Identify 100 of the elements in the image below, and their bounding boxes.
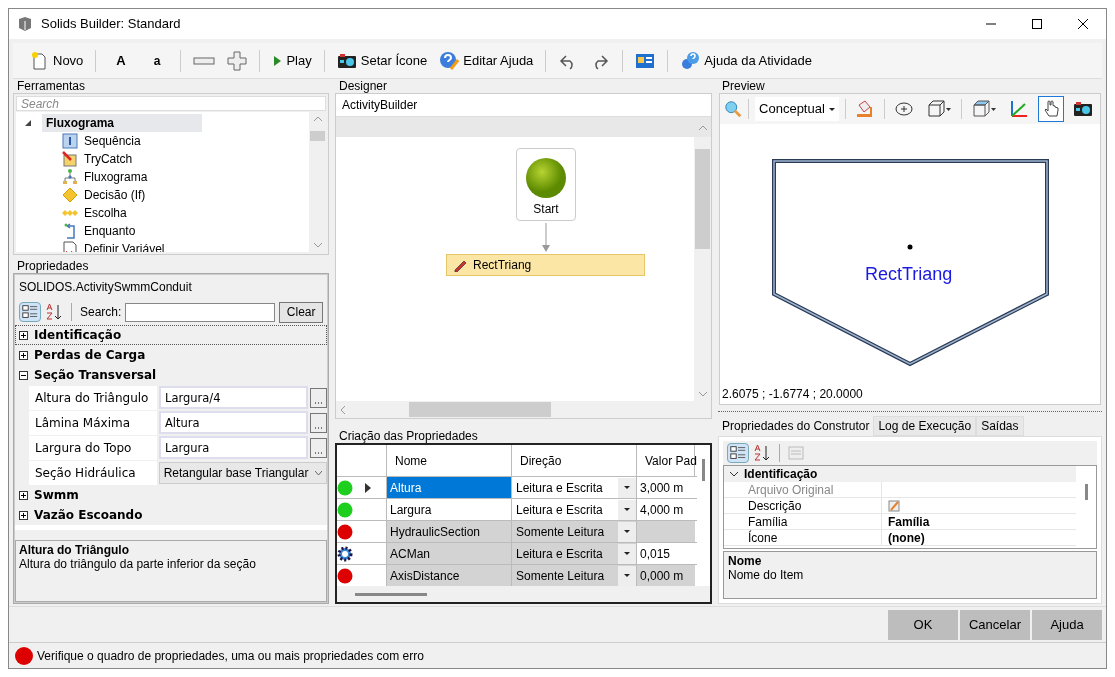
dialog-button[interactable]: Ajuda: [1032, 609, 1102, 640]
caret-icon: [624, 574, 630, 577]
toolbar-button[interactable]: A: [104, 47, 138, 74]
property-value-field[interactable]: Largura/4: [159, 386, 309, 409]
loop-icon: [62, 223, 78, 239]
tree-item[interactable]: Fluxograma: [84, 169, 148, 185]
scroll-left-icon: [340, 405, 345, 414]
flowchart-icon: [62, 169, 78, 185]
tab[interactable]: Saídas: [976, 416, 1024, 436]
property-name: Arquivo Original: [724, 482, 882, 497]
ellipsis-button[interactable]: [310, 437, 327, 458]
toolbar-button[interactable]: Ajuda da Atividade: [676, 47, 817, 74]
object-name: SOLIDOS.ActivitySwmmConduit: [18, 279, 193, 296]
section-title: Criação das Propriedades: [338, 429, 479, 443]
search-icon[interactable]: [724, 99, 743, 119]
property-name: Lâmina Máxima: [29, 410, 157, 435]
activity-node[interactable]: RectTriang: [446, 254, 645, 276]
category-row[interactable]: Vazão Escoando: [15, 505, 327, 525]
sequence-icon: [62, 133, 78, 149]
dropdown[interactable]: Retangular base Triangular: [158, 461, 327, 484]
diamond-icon: [62, 187, 78, 203]
ellipsis-button[interactable]: [310, 387, 327, 408]
help-pencil-icon: [439, 50, 460, 71]
edit-icon[interactable]: [888, 499, 900, 512]
chevron-down-icon: [315, 470, 322, 475]
caret-icon: [624, 530, 630, 533]
property-name: Largura do Topo: [29, 435, 157, 460]
window-title: Solids Builder: Standard: [41, 15, 182, 33]
cube-dropdown-icon: [926, 99, 953, 119]
categorized-icon[interactable]: [727, 443, 749, 463]
start-node[interactable]: Start: [516, 148, 576, 221]
new-document-icon: [29, 50, 49, 71]
ellipsis-icon: [315, 426, 323, 429]
toolbar-button[interactable]: Play: [268, 47, 316, 74]
section-title: Preview: [721, 79, 766, 93]
close-icon: [1078, 19, 1088, 29]
table-cell[interactable]: 0,000 m: [637, 565, 695, 586]
view-mode-dropdown[interactable]: Conceptual: [755, 97, 840, 121]
shape-label: RectTriang: [865, 263, 953, 286]
table-cell[interactable]: Largura: [387, 499, 512, 520]
caret-icon: [624, 508, 630, 511]
play-icon: [272, 54, 283, 67]
category-row[interactable]: Swmm: [15, 485, 327, 505]
direction-dropdown[interactable]: Leitura e Escrita: [512, 543, 637, 564]
toolbar-button[interactable]: Novo: [25, 47, 88, 74]
sort-alphabetical-icon[interactable]: [45, 302, 63, 322]
row-header[interactable]: [337, 543, 387, 564]
ellipsis-icon: [315, 401, 323, 404]
scrollbar-thumb[interactable]: [695, 149, 710, 249]
direction-dropdown[interactable]: Somente Leitura: [512, 521, 637, 542]
caret-icon: [624, 552, 630, 555]
tree-item[interactable]: Fluxograma: [42, 114, 202, 132]
coordinates-text: 2.6075 ; -1.6774 ; 20.0000: [722, 386, 863, 402]
tree-item[interactable]: Enquanto: [84, 223, 136, 239]
sort-alphabetical-icon[interactable]: [753, 443, 771, 463]
row-header[interactable]: [337, 477, 387, 498]
connector-arrow: [541, 223, 551, 253]
dialog-button[interactable]: Cancelar: [960, 609, 1030, 640]
scrollbar-thumb[interactable]: [310, 131, 325, 141]
plus-icon: [19, 330, 28, 340]
category-row[interactable]: Perdas de Carga: [15, 345, 327, 365]
property-value-field[interactable]: Altura: [159, 411, 309, 434]
help-text: Nome do Item: [728, 568, 805, 582]
table-cell[interactable]: [637, 521, 695, 542]
try-catch-icon: [62, 151, 78, 167]
search-field[interactable]: [125, 302, 276, 322]
direction-dropdown[interactable]: Somente Leitura: [512, 565, 637, 586]
categorized-icon[interactable]: [19, 302, 41, 322]
property-value: Família: [888, 513, 930, 530]
plus-icon: [19, 510, 28, 520]
tree-item[interactable]: Escolha: [84, 205, 127, 221]
table-cell[interactable]: Altura: [387, 477, 512, 498]
orbit-icon: [894, 99, 915, 119]
property-name: Seção Hidráulica: [29, 460, 157, 485]
tree-item[interactable]: Sequência: [84, 133, 141, 149]
table-cell[interactable]: AxisDistance: [387, 565, 512, 586]
table-cell[interactable]: HydraulicSection: [387, 521, 512, 542]
toolbar-button[interactable]: Editar Ajuda: [435, 47, 538, 74]
chevron-down-icon[interactable]: [729, 471, 739, 477]
category-title: Identificação: [744, 466, 818, 482]
clear-button[interactable]: Clear: [279, 301, 323, 323]
section-title: Propriedades: [16, 259, 90, 273]
tree-item[interactable]: TryCatch: [84, 151, 133, 167]
maximize-icon: [1032, 19, 1042, 29]
expander-icon[interactable]: [24, 119, 32, 127]
property-value-field[interactable]: Largura: [159, 436, 309, 459]
tree-item[interactable]: Decisão (If): [84, 187, 146, 203]
ellipsis-button[interactable]: [310, 412, 327, 433]
toolbar-button[interactable]: a: [141, 47, 173, 74]
axes-icon: [1009, 99, 1029, 119]
dialog-button[interactable]: OK: [888, 609, 958, 640]
table-cell[interactable]: ACMan: [387, 543, 512, 564]
plus-icon: [227, 50, 248, 71]
scrollbar[interactable]: [309, 112, 326, 252]
tab[interactable]: Log de Execução: [873, 416, 977, 436]
category-row[interactable]: Seção Transversal: [15, 365, 327, 385]
help-title: Altura do Triângulo: [19, 543, 130, 557]
caret-icon: [624, 486, 630, 489]
toolbar-button[interactable]: Setar Ícone: [332, 47, 432, 74]
start-circle-icon: [525, 157, 567, 199]
